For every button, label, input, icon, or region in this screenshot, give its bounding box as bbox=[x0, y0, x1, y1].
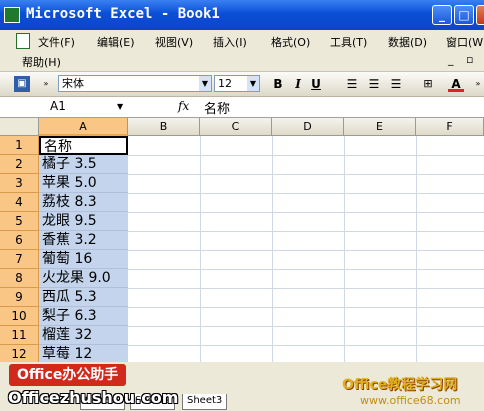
close-button[interactable] bbox=[476, 5, 484, 25]
menu-bar: 文件(F) 编辑(E) 视图(V) 插入(I) 格式(O) 工具(T) 数据(D… bbox=[0, 30, 484, 53]
align-right-icon[interactable]: ☰ bbox=[388, 76, 404, 92]
column-header-d[interactable]: D bbox=[272, 118, 344, 136]
align-left-icon[interactable]: ☰ bbox=[344, 76, 360, 92]
row-header[interactable]: 3 bbox=[0, 174, 39, 193]
name-box-value: A1 bbox=[50, 99, 66, 113]
menu-view[interactable]: 视图(V) bbox=[155, 34, 193, 50]
cell-a12[interactable]: 草莓 12 bbox=[39, 345, 128, 362]
column-header-f[interactable]: F bbox=[416, 118, 484, 136]
menu-tools[interactable]: 工具(T) bbox=[330, 34, 367, 50]
font-name-value: 宋体 bbox=[62, 77, 84, 90]
font-name-select[interactable]: 宋体 ▼ bbox=[58, 75, 212, 92]
gridline bbox=[128, 193, 484, 194]
formula-bar: A1 ▼ fx 名称 bbox=[0, 97, 484, 118]
gridline bbox=[128, 307, 484, 308]
cell-a9[interactable]: 西瓜 5.3 bbox=[39, 288, 128, 307]
font-size-value: 12 bbox=[218, 77, 232, 90]
gridline bbox=[128, 155, 484, 156]
help-row: 帮助(H) _ ▫ bbox=[0, 53, 484, 72]
watermark-title: Office教程学习网 bbox=[342, 377, 458, 393]
menu-window[interactable]: 窗口(W) bbox=[446, 34, 484, 50]
cell-a2[interactable]: 橘子 3.5 bbox=[39, 155, 128, 174]
row-header[interactable]: 10 bbox=[0, 307, 39, 326]
row-header[interactable]: 9 bbox=[0, 288, 39, 307]
cell-a10[interactable]: 梨子 6.3 bbox=[39, 307, 128, 326]
gridline bbox=[128, 250, 484, 251]
more-options-icon[interactable]: » bbox=[470, 76, 484, 92]
cell-a11[interactable]: 榴莲 32 bbox=[39, 326, 128, 345]
worksheet-grid[interactable]: A B C D E F 1 2 3 4 5 6 7 8 9 10 11 12 名… bbox=[0, 118, 484, 362]
cell-a6[interactable]: 香蕉 3.2 bbox=[39, 231, 128, 250]
cell-a5[interactable]: 龙眼 9.5 bbox=[39, 212, 128, 231]
menu-format[interactable]: 格式(O) bbox=[271, 34, 310, 50]
menu-data[interactable]: 数据(D) bbox=[388, 34, 427, 50]
chevron-down-icon: ▼ bbox=[247, 76, 259, 91]
doc-restore-button[interactable]: ▫ bbox=[466, 53, 473, 66]
cell-a1[interactable]: 名称 bbox=[39, 136, 128, 155]
chevron-down-icon: ▼ bbox=[199, 76, 211, 91]
row-header[interactable]: 11 bbox=[0, 326, 39, 345]
row-header[interactable]: 5 bbox=[0, 212, 39, 231]
gridline bbox=[128, 326, 484, 327]
title-bar: Microsoft Excel - Book1 _ □ bbox=[0, 0, 484, 30]
window-title: Microsoft Excel - Book1 bbox=[26, 6, 220, 22]
gridline bbox=[416, 136, 417, 362]
borders-icon[interactable]: ⊞ bbox=[420, 76, 436, 92]
gridline bbox=[128, 345, 484, 346]
sheet-tab-3[interactable]: Sheet3 bbox=[182, 394, 228, 410]
menu-insert[interactable]: 插入(I) bbox=[213, 34, 247, 50]
row-header[interactable]: 4 bbox=[0, 193, 39, 212]
cell-a7[interactable]: 葡萄 16 bbox=[39, 250, 128, 269]
gridline bbox=[272, 136, 273, 362]
gridline bbox=[128, 269, 484, 270]
watermark-url: Officezhushou.com bbox=[8, 388, 179, 407]
row-header[interactable]: 8 bbox=[0, 269, 39, 288]
gridline bbox=[128, 231, 484, 232]
toolbar-options-icon[interactable]: » bbox=[38, 76, 54, 92]
menu-file[interactable]: 文件(F) bbox=[38, 34, 75, 50]
gridline bbox=[344, 136, 345, 362]
italic-button[interactable]: I bbox=[290, 76, 306, 92]
minimize-button[interactable]: _ bbox=[432, 5, 452, 25]
gridline bbox=[128, 288, 484, 289]
name-box[interactable]: A1 ▼ bbox=[0, 98, 130, 115]
font-size-select[interactable]: 12 ▼ bbox=[214, 75, 260, 92]
row-header[interactable]: 12 bbox=[0, 345, 39, 362]
maximize-button[interactable]: □ bbox=[454, 5, 474, 25]
watermark-right-url: www.office68.com bbox=[360, 394, 461, 407]
font-color-icon[interactable]: A bbox=[448, 76, 464, 92]
chevron-down-icon: ▼ bbox=[117, 102, 124, 111]
workbook-icon[interactable] bbox=[16, 33, 30, 49]
formula-input[interactable]: 名称 bbox=[204, 98, 230, 117]
row-header[interactable]: 7 bbox=[0, 250, 39, 269]
doc-minimize-button[interactable]: _ bbox=[448, 53, 454, 66]
sheet-tabs-bar: Sheet1 Sheet2 Sheet3 Office办公助手 Officezh… bbox=[0, 362, 484, 411]
watermark-badge: Office办公助手 bbox=[9, 364, 127, 386]
gridline bbox=[200, 136, 201, 362]
menu-help[interactable]: 帮助(H) bbox=[22, 54, 61, 70]
gridline bbox=[128, 174, 484, 175]
underline-button[interactable]: U bbox=[308, 76, 324, 92]
align-center-icon[interactable]: ☰ bbox=[366, 76, 382, 92]
save-icon[interactable]: ▣ bbox=[14, 76, 30, 92]
column-header-e[interactable]: E bbox=[344, 118, 416, 136]
gridline bbox=[128, 212, 484, 213]
row-header[interactable]: 1 bbox=[0, 136, 39, 155]
cell-a8[interactable]: 火龙果 9.0 bbox=[39, 269, 128, 288]
row-header[interactable]: 6 bbox=[0, 231, 39, 250]
column-header-b[interactable]: B bbox=[128, 118, 200, 136]
select-all-corner[interactable] bbox=[0, 118, 39, 136]
cell-a3[interactable]: 苹果 5.0 bbox=[39, 174, 128, 193]
row-header[interactable]: 2 bbox=[0, 155, 39, 174]
column-header-c[interactable]: C bbox=[200, 118, 272, 136]
excel-app-icon[interactable] bbox=[4, 7, 20, 23]
formatting-toolbar: ▣ » 宋体 ▼ 12 ▼ B I U ☰ ☰ ☰ ⊞ A » bbox=[0, 72, 484, 97]
insert-function-icon[interactable]: fx bbox=[178, 99, 189, 113]
menu-edit[interactable]: 编辑(E) bbox=[97, 34, 135, 50]
cell-a4[interactable]: 荔枝 8.3 bbox=[39, 193, 128, 212]
bold-button[interactable]: B bbox=[270, 76, 286, 92]
column-header-a[interactable]: A bbox=[39, 118, 128, 136]
